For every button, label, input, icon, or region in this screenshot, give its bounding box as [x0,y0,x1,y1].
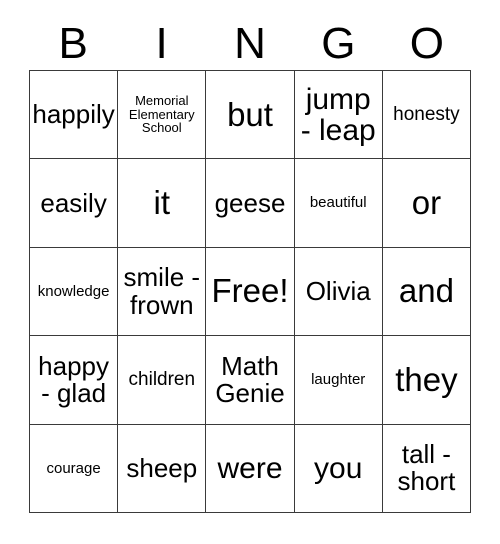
bingo-cell-text: laughter [311,371,366,389]
bingo-cell[interactable]: jump - leap [294,71,383,160]
bingo-cell-text: Free! [211,272,289,310]
bingo-cell-text: it [153,183,171,221]
bingo-cell[interactable]: Memorial Elementary School [118,71,207,160]
bingo-cell-text: courage [46,459,101,477]
bingo-cell[interactable]: or [382,159,472,248]
header-letter-n: N [234,19,266,68]
bingo-cell[interactable]: it [118,159,207,248]
bingo-cell-text: knowledge [37,282,110,300]
bingo-cell-text: Olivia [305,276,371,306]
bingo-cell-text: honesty [393,103,460,125]
bingo-grid: happily Memorial Elementary School but j… [29,70,472,514]
bingo-cell[interactable]: smile - frown [118,247,207,337]
bingo-row: happily Memorial Elementary School but j… [30,71,472,160]
bingo-cell-text: and [398,272,454,310]
bingo-row: knowledge smile - frown Free! Olivia and [30,247,472,337]
bingo-cell[interactable]: geese [206,159,295,248]
bingo-cell[interactable]: children [118,336,207,425]
bingo-cell-text: happily [32,99,115,130]
bingo-cell[interactable]: laughter [294,336,383,425]
bingo-header-row: B I N G O [29,18,471,70]
bingo-cell-free[interactable]: Free! [206,247,295,337]
bingo-cell-text: they [395,360,458,398]
bingo-cell[interactable]: easily [30,159,119,248]
bingo-cell-text: beautiful [309,194,367,212]
bingo-cell[interactable]: tall - short [382,424,472,514]
header-letter-b: B [58,19,88,68]
bingo-cell[interactable]: Olivia [294,247,383,337]
bingo-cell[interactable]: were [206,424,295,514]
bingo-row: courage sheep were you tall - short [30,424,472,514]
bingo-cell-text: but [227,95,273,133]
bingo-row: easily it geese beautiful or [30,159,472,248]
bingo-cell-text: or [411,183,442,221]
bingo-cell-text: children [128,369,196,391]
bingo-cell-text: tall - short [397,439,456,497]
bingo-cell[interactable]: happily [30,71,119,160]
bingo-cell-text: Math Genie [215,350,285,408]
bingo-cell[interactable]: they [382,336,472,425]
bingo-cell-text: smile - frown [123,262,201,320]
bingo-cell-text: jump - leap [300,82,376,147]
bingo-cell[interactable]: courage [30,424,119,514]
bingo-card: B I N G O happily Memorial Elementary Sc… [0,0,500,544]
bingo-cell-text: were [217,451,283,485]
bingo-cell[interactable]: Math Genie [206,336,295,425]
bingo-cell-text: you [314,451,363,485]
bingo-cell-text: Memorial Elementary School [128,93,195,136]
bingo-cell[interactable]: but [206,71,295,160]
bingo-cell[interactable]: and [382,247,472,337]
bingo-row: happy - glad children Math Genie laughte… [30,336,472,425]
header-letter-i: I [155,19,168,68]
bingo-cell[interactable]: sheep [118,424,207,514]
bingo-cell[interactable]: honesty [382,71,472,160]
bingo-cell[interactable]: beautiful [294,159,383,248]
bingo-cell-text: geese [214,187,286,218]
bingo-cell-text: happy - glad [38,350,110,408]
bingo-cell[interactable]: you [294,424,383,514]
bingo-cell-text: easily [40,187,107,218]
bingo-cell-text: sheep [126,452,198,483]
bingo-cell[interactable]: knowledge [30,247,119,337]
header-letter-o: O [409,19,444,68]
bingo-cell[interactable]: happy - glad [30,336,119,425]
header-letter-g: G [321,19,356,68]
